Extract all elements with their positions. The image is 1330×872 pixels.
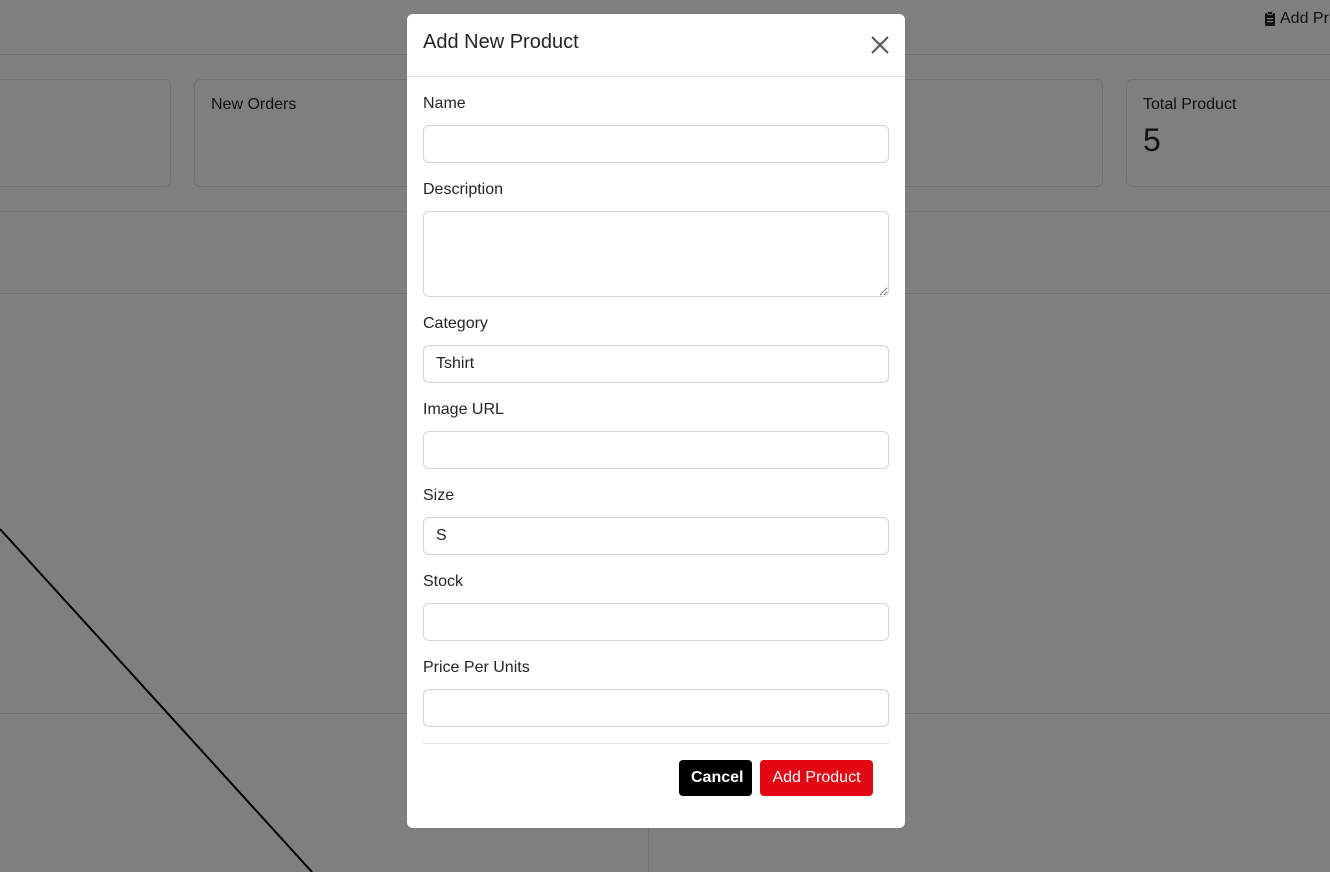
name-input[interactable] — [423, 125, 889, 163]
image-url-input[interactable] — [423, 431, 889, 469]
cancel-button[interactable]: Cancel — [679, 760, 752, 796]
stock-input[interactable] — [423, 603, 889, 641]
price-per-units-input[interactable] — [423, 689, 889, 727]
image-url-label: Image URL — [423, 401, 504, 418]
size-label: Size — [423, 487, 455, 504]
size-input[interactable] — [423, 517, 889, 555]
category-input[interactable] — [423, 345, 889, 383]
name-label: Name — [423, 95, 466, 112]
modal-header: Add New Product — [407, 14, 905, 77]
add-product-button[interactable]: Add Product — [760, 760, 873, 796]
category-label: Category — [423, 315, 488, 332]
close-button[interactable] — [869, 34, 891, 56]
stock-label: Stock — [423, 573, 464, 590]
modal-title: Add New Product — [423, 31, 579, 53]
add-product-modal: Add New Product Name Description Categor… — [407, 14, 905, 828]
description-label: Description — [423, 181, 504, 198]
footer-divider — [423, 743, 889, 744]
close-icon — [871, 36, 889, 54]
description-textarea[interactable] — [423, 211, 889, 297]
price-per-units-label: Price Per Units — [423, 659, 530, 676]
